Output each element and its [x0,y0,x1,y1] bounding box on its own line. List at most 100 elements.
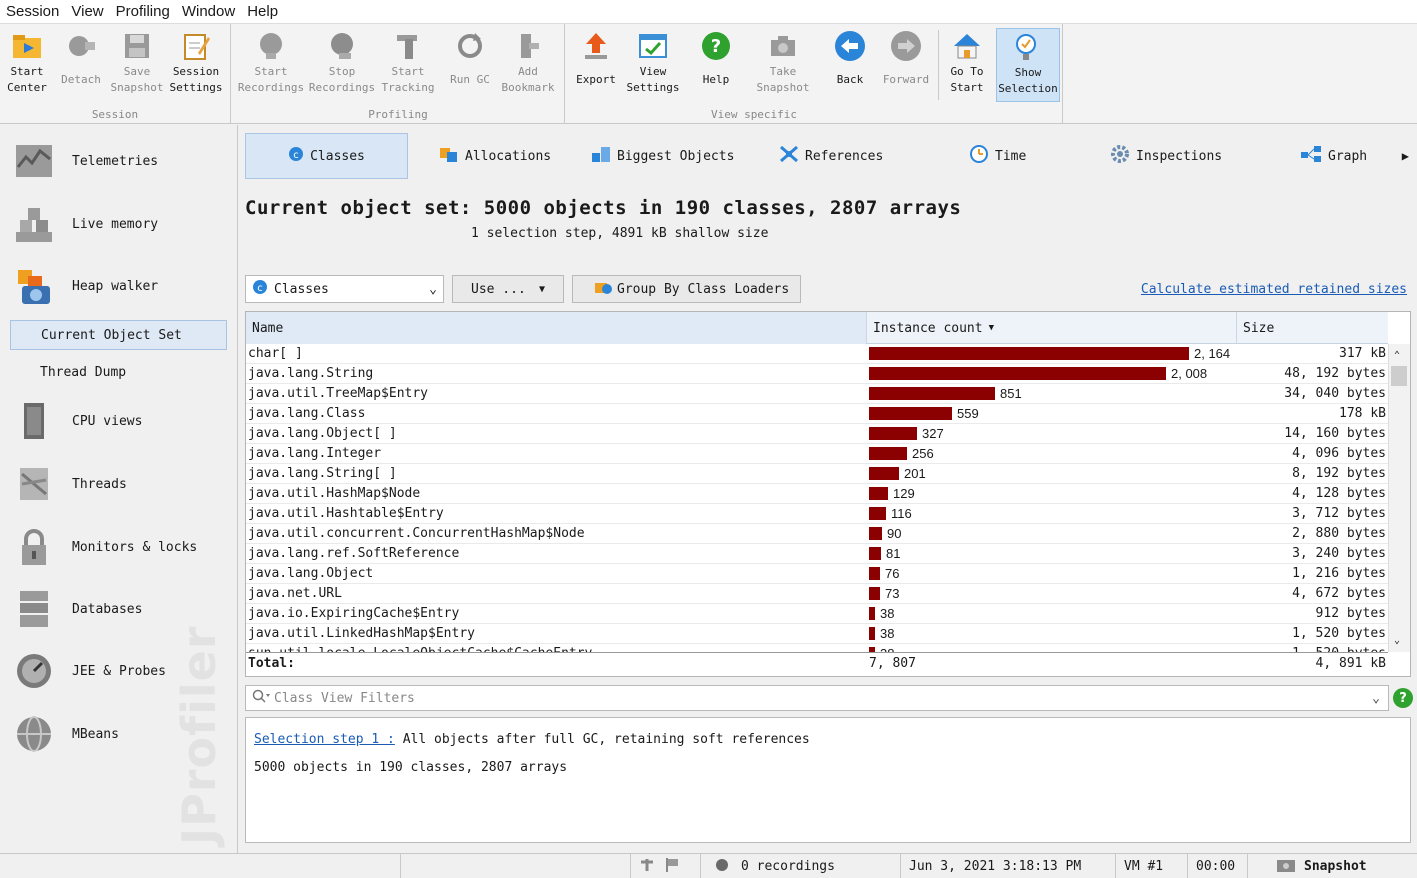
toolbar-group-view-specific-label: View specific [710,108,798,121]
view-settings-button[interactable]: View Settings [624,28,682,102]
instance-count-bar [869,467,899,480]
tab-classes[interactable]: c Classes [245,133,408,179]
class-view-filter-input[interactable]: Class View Filters ⌄ [245,685,1389,711]
table-row[interactable]: java.util.LinkedHashMap$Entry 38 1, 520 by… [246,624,1388,644]
classes-select[interactable]: c Classes ⌄ [245,275,444,303]
stop-recordings-button[interactable]: Stop Recordings [308,28,376,102]
size-cell: 912 bytes [1315,606,1386,621]
take-snapshot-button[interactable]: Take Snapshot [754,28,812,102]
tabs-more-arrow-icon[interactable]: ▶ [1402,149,1409,163]
use-dropdown-button[interactable]: Use ... ▼ [452,275,564,303]
start-center-button[interactable]: Start Center [4,28,50,102]
selection-step-link[interactable]: Selection step 1 : [254,732,395,747]
start-tracking-button[interactable]: Start Tracking [380,28,436,102]
graph-icon [1300,145,1322,167]
tab-biggest-objects[interactable]: Biggest Objects [591,133,734,179]
scrollbar-thumb[interactable] [1391,366,1407,386]
class-name-cell: java.lang.ref.SoftReference [248,546,460,561]
gear-icon [1110,144,1130,168]
tab-inspections[interactable]: Inspections [1110,133,1222,179]
table-row[interactable]: java.lang.String[ ] 201 8, 192 bytes [246,464,1388,484]
svg-text:c: c [257,283,263,294]
session-settings-button[interactable]: Session Settings [168,28,224,102]
sidebar-item-thread-dump[interactable]: Thread Dump [10,357,227,387]
table-row[interactable]: java.lang.Integer 256 4, 096 bytes [246,444,1388,464]
column-name[interactable]: Name [246,312,867,344]
scroll-up-icon[interactable]: ⌃ [1394,350,1400,361]
go-to-start-button[interactable]: Go To Start [944,28,990,102]
thread-dump-label: Thread Dump [40,364,127,380]
tab-time[interactable]: Time [969,133,1026,179]
start-recordings-button[interactable]: Start Recordings [238,28,304,102]
tab-references[interactable]: References [779,133,883,179]
folder-arrow-icon [11,28,43,64]
sidebar-item-current-object-set[interactable]: Current Object Set [10,320,227,350]
save-snapshot-label-2: Snapshot [110,81,164,94]
add-bookmark-button[interactable]: Add Bookmark [498,28,558,102]
show-selection-button[interactable]: Show Selection [996,28,1060,102]
snapshot-icon [1276,857,1296,877]
instance-count-cell: 73 [885,586,900,601]
table-row[interactable]: java.lang.Object[ ] 327 14, 160 bytes [246,424,1388,444]
add-bookmark-label-1: Add [518,65,538,78]
save-snapshot-label-1: Save [123,65,151,78]
sidebar-item-threads[interactable]: Threads [12,456,226,512]
menu-session[interactable]: Session [0,3,65,20]
table-row[interactable]: java.lang.Class 559 178 kB [246,404,1388,424]
tab-allocations[interactable]: Allocations [439,133,551,179]
class-name-cell: java.lang.Object[ ] [248,426,397,441]
table-row[interactable]: java.io.ExpiringCache$Entry 38 912 bytes [246,604,1388,624]
telemetries-icon [12,139,56,183]
table-row[interactable]: java.util.HashMap$Node 129 4, 128 bytes [246,484,1388,504]
class-name-cell: java.lang.Integer [248,446,382,461]
pin-icon[interactable] [639,857,655,877]
scroll-down-icon[interactable]: ⌄ [1394,635,1400,646]
size-cell: 317 kB [1339,346,1386,361]
table-row[interactable]: java.util.TreeMap$Entry 851 34, 040 bytes [246,384,1388,404]
table-row[interactable]: sun.util.locale.LocaleObjectCache$CacheE… [246,644,1388,652]
sidebar-item-telemetries[interactable]: Telemetries [12,133,226,189]
calculate-retained-sizes-link[interactable]: Calculate estimated retained sizes [1141,282,1407,297]
sidebar-item-live-memory[interactable]: Live memory [12,196,226,252]
run-gc-button[interactable]: Run GC [444,28,496,102]
filter-help-icon[interactable]: ? [1393,688,1413,708]
size-cell: 4, 096 bytes [1292,446,1386,461]
sidebar-item-heap-walker[interactable]: Heap walker [12,258,226,314]
back-button[interactable]: Back [822,28,878,102]
table-row[interactable]: java.util.Hashtable$Entry 116 3, 712 bytes [246,504,1388,524]
column-name-label: Name [252,320,284,336]
classes-table: Name Instance count ▼ Size char[ ] 2, 164… [245,311,1411,677]
export-button[interactable]: Export [572,28,620,102]
chevron-down-icon[interactable]: ⌄ [1372,691,1380,706]
save-snapshot-button[interactable]: Save Snapshot [110,28,164,102]
table-row[interactable]: char[ ] 2, 164 317 kB [246,344,1388,364]
table-row[interactable]: java.net.URL 73 4, 672 bytes [246,584,1388,604]
table-row[interactable]: java.lang.ref.SoftReference 81 3, 240 byte… [246,544,1388,564]
size-cell: 4, 128 bytes [1292,486,1386,501]
menu-profiling[interactable]: Profiling [110,3,176,20]
chevron-down-icon: ⌄ [429,281,437,297]
table-row[interactable]: java.lang.String 2, 008 48, 192 bytes [246,364,1388,384]
instance-count-cell: 116 [891,506,912,521]
sidebar-item-cpu-views[interactable]: CPU views [12,393,226,449]
detach-button[interactable]: Detach [56,28,106,102]
group-by-class-loaders-button[interactable]: Group By Class Loaders [572,275,801,303]
column-instance-count[interactable]: Instance count ▼ [867,312,1237,344]
biggest-objects-icon [591,145,611,167]
menu-window[interactable]: Window [176,3,241,20]
menu-help[interactable]: Help [241,3,284,20]
table-row[interactable]: java.util.concurrent.ConcurrentHashMap$N… [246,524,1388,544]
forward-button[interactable]: Forward [878,28,934,102]
help-button[interactable]: ? Help [692,28,740,102]
flag-icon[interactable] [665,857,679,877]
class-name-cell: java.util.HashMap$Node [248,486,421,501]
menu-view[interactable]: View [65,3,109,20]
tab-graph[interactable]: Graph [1300,133,1367,179]
instance-count-cell: 38 [880,606,895,621]
object-set-subheading: 1 selection step, 4891 kB shallow size [471,226,769,241]
toolbar-group-session-label: Session [91,108,139,121]
sidebar-item-monitors-locks[interactable]: Monitors & locks [12,519,226,575]
table-scrollbar[interactable]: ⌃ ⌄ [1388,344,1410,652]
column-size[interactable]: Size [1237,312,1388,344]
table-row[interactable]: java.lang.Object 76 1, 216 bytes [246,564,1388,584]
